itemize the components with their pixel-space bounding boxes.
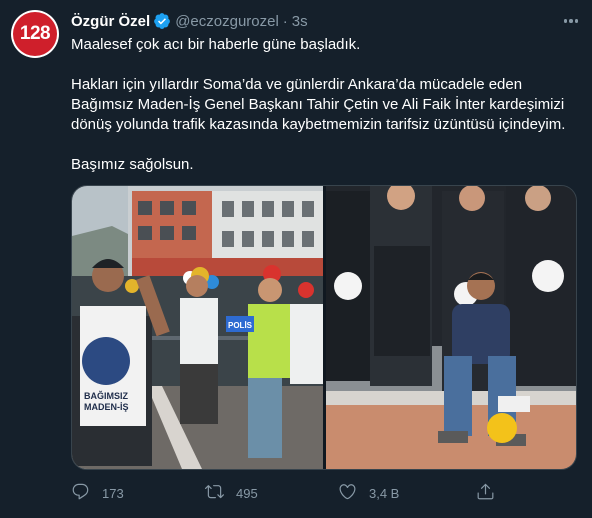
photo-protest-miners[interactable]: BAĞIMSIZ MADEN-İŞ POLİS (72, 186, 323, 469)
reply-icon (71, 482, 90, 504)
retweet-count: 495 (236, 485, 258, 501)
share-icon (476, 482, 495, 504)
like-button[interactable]: 3,4 B (338, 482, 399, 504)
like-count: 3,4 B (369, 485, 400, 501)
retweet-icon (205, 482, 224, 504)
more-options-icon[interactable] (560, 12, 582, 30)
tweet-paragraph: Başımız sağolsun. (71, 156, 194, 173)
photo-seated-miner-police[interactable] (326, 186, 576, 469)
author-handle[interactable]: @eczozgurozel (175, 13, 279, 30)
tweet-timestamp[interactable]: 3s (292, 13, 308, 30)
share-button[interactable] (476, 482, 495, 504)
retweet-button[interactable]: 495 (205, 482, 258, 504)
avatar[interactable]: 128 (11, 10, 59, 58)
tweet-paragraph: Maalesef çok acı bir haberle güne başlad… (71, 36, 361, 53)
header-separator: · (282, 12, 288, 30)
vest-text-line1: BAĞIMSIZ (84, 390, 129, 401)
tweet[interactable]: 128 Özgür Özel @eczozgurozel · 3s Maales… (0, 0, 592, 518)
vest-text-line2: MADEN-İŞ (84, 402, 129, 412)
reply-button[interactable]: 173 (71, 482, 124, 504)
reply-count: 173 (102, 485, 124, 501)
police-sign-text: POLİS (228, 321, 253, 330)
tweet-header: Özgür Özel @eczozgurozel · 3s (71, 11, 308, 31)
avatar-logo: 128 (13, 12, 57, 56)
tweet-actions: 173 495 3,4 B (71, 482, 503, 504)
verified-badge-icon (153, 12, 171, 30)
media-grid: BAĞIMSIZ MADEN-İŞ POLİS (71, 185, 577, 470)
tweet-text: Maalesef çok acı bir haberle güne başlad… (71, 35, 576, 175)
tweet-paragraph: Hakları için yıllardır Soma’da ve günler… (71, 76, 566, 133)
heart-icon (338, 482, 357, 504)
author-name[interactable]: Özgür Özel (71, 13, 150, 30)
